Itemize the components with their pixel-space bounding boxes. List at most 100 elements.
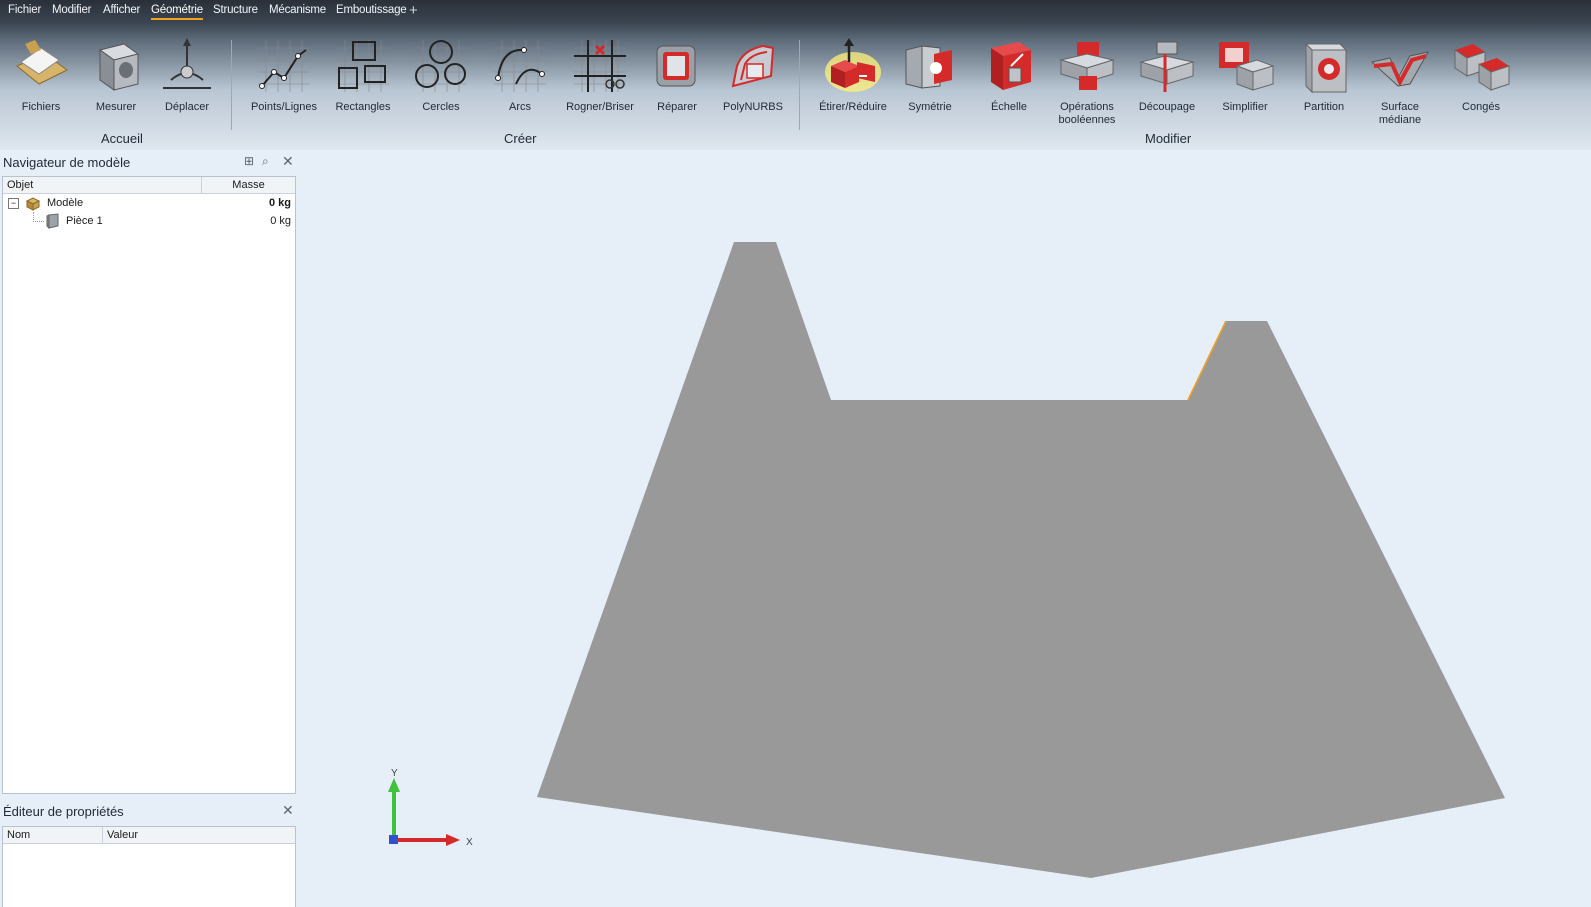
tool-label: Fichiers bbox=[21, 101, 61, 113]
column-header-object[interactable]: Objet bbox=[3, 177, 202, 194]
push-pull-icon bbox=[825, 38, 881, 92]
boolean-icon bbox=[1059, 42, 1115, 90]
tool-conges[interactable]: Congés bbox=[1440, 36, 1522, 114]
tool-label: Découpage bbox=[1138, 101, 1196, 113]
menu-modifier[interactable]: Modifier bbox=[52, 4, 92, 16]
tool-label: Congés bbox=[1462, 101, 1500, 113]
fillet-icon bbox=[1454, 44, 1510, 91]
partition-icon bbox=[1304, 42, 1348, 94]
tool-reparer[interactable]: Réparer bbox=[636, 36, 718, 114]
column-header-value[interactable]: Valeur bbox=[103, 827, 295, 844]
tool-label: Points/Lignes bbox=[250, 101, 318, 113]
3d-viewport[interactable]: Y X bbox=[300, 150, 1591, 906]
part-icon bbox=[46, 213, 59, 229]
tool-polynurbs[interactable]: PolyNURBS bbox=[712, 36, 794, 114]
axis-label-y: Y bbox=[391, 768, 398, 779]
measure-icon bbox=[98, 43, 140, 91]
group-modifier: Modifier bbox=[1145, 131, 1192, 146]
tree-label: Pièce 1 bbox=[66, 215, 103, 227]
tool-fichiers[interactable]: Fichiers bbox=[0, 36, 82, 114]
mirror-icon bbox=[905, 45, 952, 89]
properties-close-icon[interactable]: ✕ bbox=[282, 802, 294, 819]
tool-label: Surface médiane bbox=[1378, 101, 1422, 126]
navigator-search-icon[interactable]: ⌕ bbox=[262, 154, 269, 169]
tree-row-part[interactable]: Pièce 1 0 kg bbox=[3, 212, 295, 230]
tool-label: Rogner/Briser bbox=[566, 101, 634, 113]
tree-connector bbox=[33, 212, 44, 222]
tool-rectangles[interactable]: Rectangles bbox=[322, 36, 404, 114]
tool-label: Partition bbox=[1303, 101, 1345, 113]
menu-bar: Fichier Modifier Afficher Géométrie Stru… bbox=[0, 0, 1591, 22]
tool-echelle[interactable]: Échelle bbox=[968, 36, 1050, 114]
split-icon bbox=[1139, 41, 1195, 92]
menu-geometrie[interactable]: Géométrie bbox=[151, 4, 203, 20]
circles-icon bbox=[415, 40, 467, 92]
navigator-title: Navigateur de modèle bbox=[3, 155, 131, 170]
menu-mecanisme[interactable]: Mécanisme bbox=[269, 4, 326, 16]
arcs-icon bbox=[494, 40, 546, 92]
tool-symetrie[interactable]: Symétrie bbox=[889, 36, 971, 114]
model-navigator-panel: Objet Masse − Modèle 0 kg Pièce 1 0 kg bbox=[2, 176, 296, 794]
menu-fichier[interactable]: Fichier bbox=[8, 4, 41, 16]
move-icon bbox=[163, 38, 211, 89]
tool-arcs[interactable]: Arcs bbox=[479, 36, 561, 114]
ribbon: Fichier Modifier Afficher Géométrie Stru… bbox=[0, 0, 1591, 150]
viewport-canvas[interactable]: Y X bbox=[300, 150, 1591, 906]
properties-title: Éditeur de propriétés bbox=[3, 804, 124, 819]
menu-afficher[interactable]: Afficher bbox=[103, 4, 140, 16]
mass-value: 0 kg bbox=[268, 197, 291, 209]
tool-rogner-briser[interactable]: Rogner/Briser bbox=[559, 36, 641, 114]
tool-label: Cercles bbox=[422, 101, 460, 113]
tool-label: Rectangles bbox=[335, 101, 391, 113]
menu-emboutissage[interactable]: Emboutissage bbox=[336, 4, 407, 16]
trim-icon bbox=[574, 40, 626, 92]
tool-label: Réparer bbox=[657, 101, 697, 113]
tool-operations-booleennes[interactable]: Opérations booléennes bbox=[1046, 36, 1128, 127]
tool-label: Mesurer bbox=[95, 101, 137, 113]
menu-structure[interactable]: Structure bbox=[213, 4, 258, 16]
add-tab-button[interactable]: + bbox=[409, 2, 418, 19]
midsurface-icon bbox=[1370, 51, 1429, 87]
rectangles-icon bbox=[337, 40, 389, 92]
tool-label: Échelle bbox=[990, 101, 1028, 113]
scale-icon bbox=[991, 42, 1031, 90]
part-shape[interactable] bbox=[537, 242, 1505, 878]
group-accueil: Accueil bbox=[101, 131, 143, 146]
tool-label: PolyNURBS bbox=[723, 101, 783, 113]
column-header-mass[interactable]: Masse bbox=[202, 177, 295, 194]
tool-label: Simplifier bbox=[1222, 101, 1268, 113]
tool-simplifier[interactable]: Simplifier bbox=[1204, 36, 1286, 114]
tool-label: Arcs bbox=[509, 101, 531, 113]
column-header-name[interactable]: Nom bbox=[3, 827, 103, 844]
property-editor-panel: Nom Valeur bbox=[2, 826, 296, 907]
tool-label: Déplacer bbox=[164, 101, 210, 113]
folder-icon bbox=[16, 40, 68, 85]
tool-deplacer[interactable]: Déplacer bbox=[146, 36, 228, 114]
navigator-close-icon[interactable]: ✕ bbox=[282, 153, 294, 170]
axis-triad bbox=[388, 778, 460, 846]
tool-label: Symétrie bbox=[908, 101, 952, 113]
tree-label: Modèle bbox=[47, 197, 84, 209]
axis-label-x: X bbox=[466, 837, 473, 848]
tool-etirer-reduire[interactable]: Étirer/Réduire bbox=[812, 36, 894, 114]
tool-cercles[interactable]: Cercles bbox=[400, 36, 482, 114]
navigator-pin-icon[interactable]: ⊞ bbox=[244, 154, 254, 168]
tool-mesurer[interactable]: Mesurer bbox=[75, 36, 157, 114]
model-icon bbox=[25, 197, 41, 211]
simplify-icon bbox=[1219, 42, 1275, 91]
tool-label: Opérations booléennes bbox=[1058, 101, 1116, 126]
expand-toggle[interactable]: − bbox=[8, 198, 19, 209]
group-creer: Créer bbox=[504, 131, 537, 146]
repair-icon bbox=[656, 45, 696, 87]
tool-points-lignes[interactable]: Points/Lignes bbox=[243, 36, 325, 114]
points-lines-icon bbox=[258, 40, 310, 92]
tool-partition[interactable]: Partition bbox=[1283, 36, 1365, 114]
mass-value: 0 kg bbox=[270, 215, 291, 227]
ribbon-separator bbox=[799, 40, 800, 130]
ribbon-separator bbox=[231, 40, 232, 130]
polynurbs-icon bbox=[731, 44, 775, 88]
tree-row-model[interactable]: − Modèle 0 kg bbox=[3, 194, 295, 212]
tool-label: Étirer/Réduire bbox=[819, 101, 887, 113]
tool-surface-mediane[interactable]: Surface médiane bbox=[1359, 36, 1441, 127]
tool-decoupage[interactable]: Découpage bbox=[1126, 36, 1208, 114]
